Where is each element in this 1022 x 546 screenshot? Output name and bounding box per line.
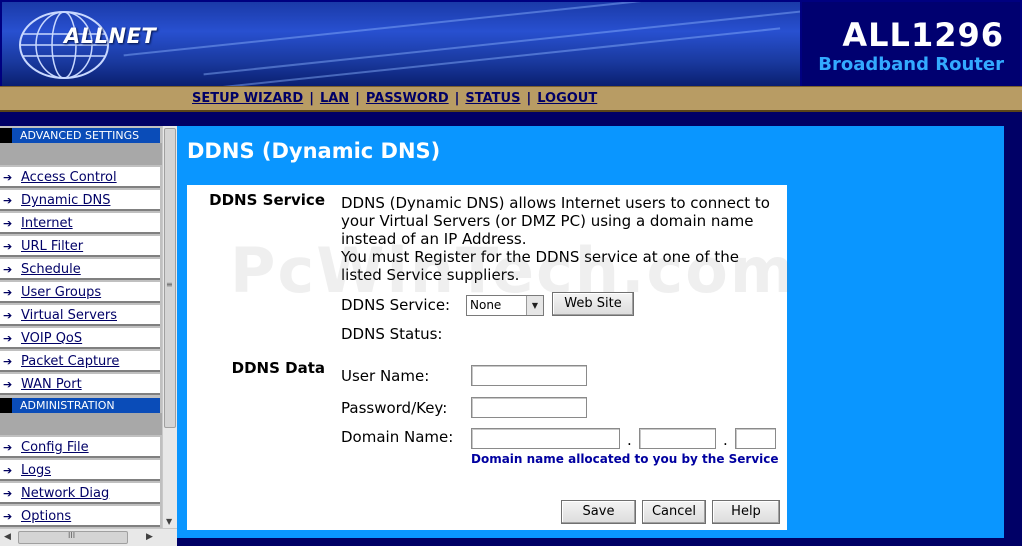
sidebar-item-label: Network Diag — [21, 486, 110, 501]
arrow-right-icon: ➔ — [3, 441, 13, 454]
sidebar-item-access-control[interactable]: ➔ Access Control — [0, 167, 160, 188]
grip-icon: ≡ — [166, 280, 173, 289]
sidebar-item-wan-port[interactable]: ➔ WAN Port — [0, 374, 160, 395]
sidebar-vertical-scrollbar[interactable]: ≡ ▼ — [162, 126, 177, 528]
sidebar-item-url-filter[interactable]: ➔ URL Filter — [0, 236, 160, 257]
arrow-right-icon: ➔ — [3, 286, 13, 299]
username-input[interactable] — [471, 365, 587, 386]
sidebar-item-label: Dynamic DNS — [21, 193, 111, 208]
sidebar-heading-advanced-label: ADVANCED SETTINGS — [12, 128, 160, 143]
sidebar-item-label: Packet Capture — [21, 354, 120, 369]
sidebar-heading-advanced: ADVANCED SETTINGS — [0, 128, 162, 143]
sidebar-heading-administration: ADMINISTRATION — [0, 398, 162, 413]
sidebar-item-packet-capture[interactable]: ➔ Packet Capture — [0, 351, 160, 372]
model-name: ALL1296 — [842, 16, 1004, 54]
scroll-down-arrow-icon[interactable]: ▼ — [166, 517, 172, 526]
password-label: Password/Key: — [341, 399, 448, 417]
domain-hint: Domain name allocated to you by the Serv… — [471, 452, 779, 466]
sidebar: ADVANCED SETTINGS ➔ Access Control ➔ Dyn… — [0, 126, 162, 546]
scroll-left-arrow-icon[interactable]: ◀ — [4, 532, 11, 542]
sidebar-item-internet[interactable]: ➔ Internet — [0, 213, 160, 234]
nav-password[interactable]: PASSWORD — [366, 91, 449, 106]
nav-separator: | — [454, 91, 460, 106]
arrow-right-icon: ➔ — [3, 355, 13, 368]
sidebar-item-label: Options — [21, 509, 72, 524]
sidebar-item-config-file[interactable]: ➔ Config File — [0, 437, 160, 458]
sidebar-item-label: Logs — [21, 463, 51, 478]
sidebar-item-label: Virtual Servers — [21, 308, 118, 323]
domain-part1-input[interactable] — [471, 428, 620, 449]
domain-part2-input[interactable] — [639, 428, 716, 449]
domain-label: Domain Name: — [341, 428, 454, 446]
nav-setup-wizard[interactable]: SETUP WIZARD — [192, 91, 303, 106]
chevron-down-icon: ▼ — [526, 296, 543, 315]
scrollbar-thumb[interactable] — [164, 128, 176, 428]
arrow-right-icon: ➔ — [3, 309, 13, 322]
cancel-button[interactable]: Cancel — [642, 500, 706, 524]
ddns-service-select[interactable]: None ▼ — [466, 295, 544, 316]
password-input[interactable] — [471, 397, 587, 418]
sidebar-item-label: Access Control — [21, 170, 117, 185]
arrow-right-icon: ➔ — [3, 332, 13, 345]
sidebar-item-label: URL Filter — [21, 239, 84, 254]
grip-icon: III — [68, 531, 76, 540]
nav-logout[interactable]: LOGOUT — [537, 91, 597, 106]
domain-dot: . — [723, 431, 728, 449]
ddns-description: DDNS (Dynamic DNS) allows Internet users… — [341, 194, 770, 284]
sidebar-heading-administration-label: ADMINISTRATION — [12, 398, 160, 413]
top-nav-links: SETUP WIZARD | LAN | PASSWORD | STATUS | LOGOUT — [192, 91, 597, 106]
sidebar-item-virtual-servers[interactable]: ➔ Virtual Servers — [0, 305, 160, 326]
help-button[interactable]: Help — [712, 500, 780, 524]
arrow-right-icon: ➔ — [3, 510, 13, 523]
brand-logo: ALLNET — [64, 24, 157, 48]
sidebar-item-voip-qos[interactable]: ➔ VOIP QoS — [0, 328, 160, 349]
model-box: ALL1296 Broadband Router — [802, 2, 1020, 86]
arrow-right-icon: ➔ — [3, 194, 13, 207]
nav-lan[interactable]: LAN — [320, 91, 349, 106]
sidebar-item-user-groups[interactable]: ➔ User Groups — [0, 282, 160, 303]
username-label: User Name: — [341, 367, 430, 385]
sidebar-item-label: WAN Port — [21, 377, 82, 392]
arrow-right-icon: ➔ — [3, 487, 13, 500]
arrow-right-icon: ➔ — [3, 171, 13, 184]
sidebar-horizontal-scrollbar[interactable]: ◀ III ▶ — [0, 528, 177, 546]
nav-separator: | — [355, 91, 360, 106]
ddns-form: DDNS Service DDNS (Dynamic DNS) allows I… — [187, 185, 787, 530]
arrow-right-icon: ➔ — [3, 263, 13, 276]
nav-separator: | — [526, 91, 532, 106]
scroll-right-arrow-icon[interactable]: ▶ — [146, 532, 153, 542]
arrow-right-icon: ➔ — [3, 464, 13, 477]
ddns-data-section-label: DDNS Data — [231, 359, 325, 377]
nav-separator: | — [309, 91, 314, 106]
save-button[interactable]: Save — [561, 500, 636, 524]
arrow-right-icon: ➔ — [3, 378, 13, 391]
ddns-status-label: DDNS Status: — [341, 325, 443, 343]
ddns-service-section-label: DDNS Service — [209, 191, 325, 209]
nav-status[interactable]: STATUS — [465, 91, 520, 106]
page-title: DDNS (Dynamic DNS) — [187, 139, 441, 163]
sidebar-item-options[interactable]: ➔ Options — [0, 506, 160, 527]
main-panel: DDNS (Dynamic DNS) DDNS Service DDNS (Dy… — [177, 126, 1004, 538]
domain-part3-input[interactable] — [735, 428, 776, 449]
sidebar-item-network-diag[interactable]: ➔ Network Diag — [0, 483, 160, 504]
sidebar-item-label: VOIP QoS — [21, 331, 83, 346]
header-banner: ALLNET — [2, 2, 800, 86]
header: ALLNET ALL1296 Broadband Router — [0, 0, 1022, 86]
sidebar-item-schedule[interactable]: ➔ Schedule — [0, 259, 160, 280]
web-site-button[interactable]: Web Site — [552, 292, 634, 316]
arrow-right-icon: ➔ — [3, 217, 13, 230]
sidebar-item-label: Internet — [21, 216, 73, 231]
top-navigation: SETUP WIZARD | LAN | PASSWORD | STATUS | LOGOUT — [0, 86, 1022, 112]
arrow-right-icon: ➔ — [3, 240, 13, 253]
ddns-service-selected: None — [470, 298, 502, 312]
sidebar-item-label: Config File — [21, 440, 89, 455]
sidebar-item-dynamic-dns[interactable]: ➔ Dynamic DNS — [0, 190, 160, 211]
domain-dot: . — [627, 431, 632, 449]
sidebar-item-label: Schedule — [21, 262, 81, 277]
sidebar-item-label: User Groups — [21, 285, 102, 300]
model-subtitle: Broadband Router — [818, 54, 1004, 75]
sidebar-item-logs[interactable]: ➔ Logs — [0, 460, 160, 481]
service-field-label: DDNS Service: — [341, 296, 451, 314]
